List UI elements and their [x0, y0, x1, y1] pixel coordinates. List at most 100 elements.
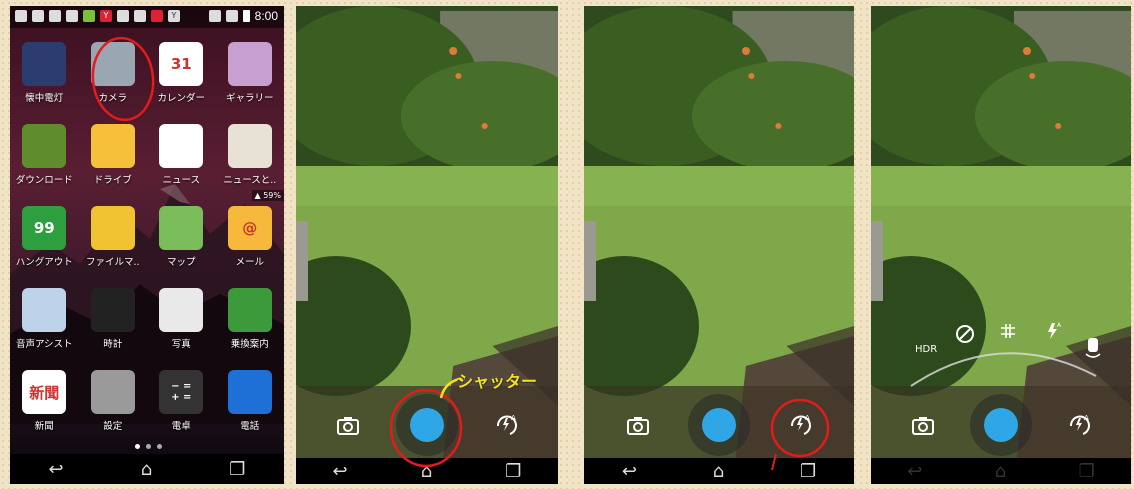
- app-label: ダウンロード: [15, 175, 73, 186]
- app-photos[interactable]: 写真: [147, 288, 216, 350]
- app-label: ギャラリー: [225, 93, 274, 104]
- app-hangouts[interactable]: 99 ハングアウト: [10, 206, 79, 268]
- app-label: 電卓: [171, 421, 191, 432]
- android-icon: [83, 10, 95, 22]
- camera-panel-settings: A ↩ ⌂ ❐ HDR A: [871, 6, 1131, 484]
- camera-panel-shutter: A ↩ ⌂ ❐ シャッター: [296, 6, 558, 484]
- app-label: 写真: [171, 339, 191, 350]
- photos-icon: [159, 288, 204, 332]
- svg-text:A: A: [511, 414, 516, 422]
- yahoo-news-icon: [159, 124, 204, 168]
- calculator-icon: − = + =: [159, 370, 204, 414]
- nav-bar: ↩ ⌂ ❐: [871, 458, 1131, 484]
- app-label: ニュースと..: [223, 175, 277, 186]
- status-time: 8:00: [254, 9, 278, 23]
- camera-panel-flash: A ↩ ⌂ ❐: [584, 6, 854, 484]
- back-icon[interactable]: ↩: [622, 461, 637, 482]
- app-mail[interactable]: @ メール: [216, 206, 285, 268]
- shutter-button[interactable]: [984, 408, 1018, 442]
- settings-highlight-circle: [770, 398, 830, 471]
- yahoo-icon: Y: [168, 10, 180, 22]
- app-label: カレンダー: [157, 93, 205, 104]
- notification-icon: [32, 10, 44, 22]
- page-dot: [157, 444, 162, 449]
- mail-icon: @: [227, 206, 272, 250]
- recents-icon[interactable]: ❐: [1079, 461, 1095, 482]
- app-label: 新聞: [34, 421, 54, 432]
- app-file-manager[interactable]: ファイルマ..: [79, 206, 148, 268]
- recents-icon[interactable]: ❐: [229, 459, 245, 480]
- camera-settings-icon[interactable]: A: [492, 410, 520, 438]
- home-icon[interactable]: ⌂: [995, 461, 1006, 482]
- svg-text:A: A: [1084, 414, 1089, 422]
- app-newspaper[interactable]: 新聞 新聞: [10, 370, 79, 432]
- adjust-icon[interactable]: [998, 321, 1018, 345]
- app-yahoo-news[interactable]: ニュース: [147, 124, 216, 186]
- file-manager-icon: [90, 206, 135, 250]
- app-voice-assist[interactable]: 音声アシスト: [10, 288, 79, 350]
- maps-icon: [159, 206, 204, 250]
- back-icon[interactable]: ↩: [333, 461, 348, 482]
- newspaper-icon: 新聞: [22, 370, 67, 414]
- app-label: ニュース: [162, 175, 201, 186]
- camera-settings-icon[interactable]: A: [1065, 410, 1093, 438]
- wifi-icon: [66, 10, 78, 22]
- battery-icon: [242, 10, 250, 22]
- app-settings-gear[interactable]: 設定: [79, 370, 148, 432]
- svg-text:A: A: [1057, 322, 1062, 329]
- shutter-annotation: シャッター: [457, 372, 538, 391]
- recents-icon[interactable]: ❐: [505, 461, 521, 482]
- image-notification-icon: [49, 10, 61, 22]
- camera-mode-icon[interactable]: [912, 416, 934, 436]
- app-label: 音声アシスト: [15, 339, 73, 350]
- transit-icon: [227, 288, 272, 332]
- calendar-icon: 31: [159, 42, 204, 86]
- camera-mode-icon[interactable]: [337, 416, 360, 436]
- gallery-icon: [227, 42, 272, 86]
- status-bar: Y Y 8:00: [10, 6, 284, 28]
- app-label: ハングアウト: [15, 257, 73, 268]
- app-phone[interactable]: 電話: [216, 370, 285, 432]
- flashlight-icon: [22, 42, 67, 86]
- notification-icon: [134, 10, 146, 22]
- drive-icon: [90, 124, 135, 168]
- nav-bar: ↩ ⌂ ❐: [10, 454, 284, 484]
- app-calculator[interactable]: − = + = 電卓: [147, 370, 216, 432]
- app-download[interactable]: ダウンロード: [10, 124, 79, 186]
- app-label: ドライブ: [93, 175, 132, 186]
- app-label: 設定: [103, 421, 123, 432]
- notification-icon: [151, 10, 163, 22]
- home-screen-panel: Y Y 8:00 ▲ 59% 懐中電灯 カメラ 31 カレンダー ギャラリー ダウンロード…: [10, 6, 284, 484]
- app-label: ファイルマ..: [85, 257, 140, 268]
- app-gallery[interactable]: ギャラリー: [216, 42, 285, 104]
- hangouts-icon: 99: [22, 206, 67, 250]
- app-label: 時計: [103, 339, 123, 350]
- notification-icon: [15, 10, 27, 22]
- app-flashlight[interactable]: 懐中電灯: [10, 42, 79, 104]
- back-icon[interactable]: ↩: [907, 461, 922, 482]
- app-google-news[interactable]: ニュースと..: [216, 124, 285, 186]
- back-icon[interactable]: ↩: [49, 459, 64, 480]
- app-label: 電話: [240, 421, 260, 432]
- app-label: メール: [235, 257, 264, 268]
- settings-gear-icon: [90, 370, 135, 414]
- home-icon[interactable]: ⌂: [713, 461, 724, 482]
- camera-switch-icon[interactable]: [1083, 336, 1103, 364]
- app-drive[interactable]: ドライブ: [79, 124, 148, 186]
- shutter-button[interactable]: [702, 408, 736, 442]
- app-maps[interactable]: マップ: [147, 206, 216, 268]
- clock-icon: [90, 288, 135, 332]
- download-icon: [22, 124, 67, 168]
- app-label: 乗換案内: [230, 339, 269, 350]
- camera-mode-icon[interactable]: [627, 416, 649, 436]
- app-clock[interactable]: 時計: [79, 288, 148, 350]
- flash-auto-icon[interactable]: A: [1043, 321, 1063, 345]
- home-icon[interactable]: ⌂: [141, 459, 152, 480]
- exposure-icon[interactable]: [955, 324, 975, 348]
- page-dot: [146, 444, 151, 449]
- app-transit[interactable]: 乗換案内: [216, 288, 285, 350]
- hdr-toggle[interactable]: HDR: [915, 344, 937, 355]
- notification-icon: [117, 10, 129, 22]
- google-news-icon: [227, 124, 272, 168]
- camera-highlight-circle: [91, 36, 155, 122]
